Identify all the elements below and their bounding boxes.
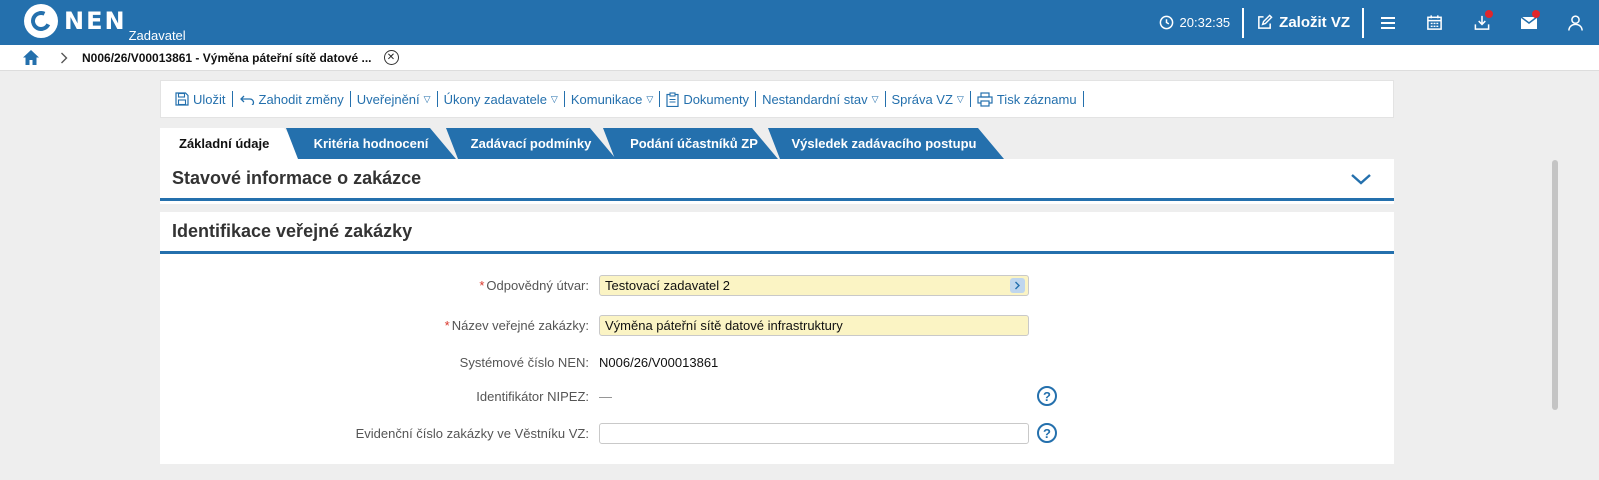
- clock-icon: [1159, 15, 1173, 30]
- save-button[interactable]: Uložit: [169, 92, 232, 107]
- clock-time: 20:32:35: [1179, 15, 1231, 30]
- tab-participant-submissions[interactable]: Podání účastníků ZP: [614, 128, 774, 159]
- manage-vz-menu[interactable]: Správa VZ ▽: [886, 92, 970, 107]
- communication-label: Komunikace: [570, 91, 643, 107]
- contract-name-label-text: Název veřejné zakázky:: [451, 317, 589, 333]
- chevron-right-icon: [1015, 281, 1020, 289]
- nipez-label: Identifikátor NIPEZ:: [476, 388, 589, 404]
- nonstandard-state-label: Nestandardní stav: [762, 91, 868, 107]
- tab-basic-info[interactable]: Základní údaje: [179, 128, 299, 159]
- tab-evaluation-criteria[interactable]: Kritéria hodnocení: [300, 128, 442, 159]
- divider: [1082, 91, 1084, 107]
- undo-icon: [239, 95, 254, 105]
- create-vz-button[interactable]: Založit VZ: [1244, 14, 1362, 31]
- required-mark: *: [479, 277, 485, 293]
- select-unit-button[interactable]: [1010, 277, 1025, 293]
- create-vz-label: Založit VZ: [1279, 14, 1350, 31]
- logo-subtitle: Zadavatel: [128, 28, 186, 43]
- system-number-label: Systémové číslo NEN:: [459, 354, 589, 370]
- responsible-unit-row: * Odpovědný útvar: Testovací zadavatel 2: [160, 273, 1394, 297]
- contract-name-field[interactable]: Výměna páteřní sítě datové infrastruktur…: [599, 314, 1029, 336]
- logo-mark-icon: [24, 4, 58, 38]
- scrollbar-thumb[interactable]: [1552, 160, 1558, 410]
- notification-dot: [1532, 10, 1540, 18]
- save-icon: [175, 92, 189, 106]
- chevron-down-icon[interactable]: [1350, 173, 1372, 186]
- communication-menu[interactable]: Komunikace ▽: [565, 92, 659, 107]
- contract-name-value: Výměna páteřní sítě datové infrastruktur…: [605, 317, 843, 333]
- identification-section-title: Identifikace veřejné zakázky: [172, 221, 413, 241]
- help-icon[interactable]: ?: [1037, 386, 1057, 406]
- save-label: Uložit: [193, 91, 226, 107]
- caret-down-icon: ▽: [423, 93, 431, 104]
- tab-tender-conditions[interactable]: Zadávací podmínky: [458, 128, 604, 159]
- session-clock: 20:32:35: [1159, 15, 1231, 30]
- responsible-unit-label: * Odpovědný útvar:: [479, 278, 589, 293]
- caret-down-icon: ▽: [550, 93, 558, 104]
- publish-label: Uveřejnění: [356, 91, 420, 107]
- caret-down-icon: ▽: [646, 93, 654, 104]
- publish-menu[interactable]: Uveřejnění ▽: [351, 92, 437, 107]
- print-record-button[interactable]: Tisk záznamu: [971, 92, 1083, 107]
- contracting-actions-menu[interactable]: Úkony zadavatele ▽: [438, 92, 564, 107]
- user-icon: [1568, 14, 1583, 31]
- documents-label: Dokumenty: [683, 91, 750, 107]
- chevron-right-icon: [60, 52, 68, 64]
- user-button[interactable]: [1552, 0, 1599, 45]
- required-mark: *: [444, 317, 450, 333]
- printer-icon: [977, 91, 993, 107]
- contracting-actions-label: Úkony zadavatele: [443, 91, 547, 107]
- manage-vz-label: Správa VZ: [891, 91, 953, 107]
- downloads-button[interactable]: [1458, 0, 1505, 45]
- top-bar: NEN Zadavatel 20:32:35 Založit VZ: [0, 0, 1599, 45]
- journal-number-row: Evidenční číslo zakázky ve Věstníku VZ: …: [160, 421, 1394, 445]
- home-button[interactable]: [22, 49, 42, 66]
- identification-section-header: Identifikace veřejné zakázky: [160, 212, 1394, 254]
- nonstandard-state-menu[interactable]: Nestandardní stav ▽: [756, 92, 884, 107]
- nen-logo[interactable]: NEN Zadavatel: [24, 4, 186, 43]
- home-icon: [23, 50, 39, 65]
- edit-icon: [1258, 14, 1273, 29]
- status-section-header[interactable]: Stavové informace o zakázce: [160, 159, 1394, 201]
- identification-section: Identifikace veřejné zakázky * Odpovědný …: [160, 212, 1394, 464]
- responsible-unit-value: Testovací zadavatel 2: [605, 277, 731, 293]
- clipboard-icon: [666, 91, 679, 107]
- journal-number-input[interactable]: [599, 422, 1029, 444]
- nipez-value: —: [599, 388, 612, 404]
- close-icon: ✕: [386, 51, 396, 63]
- breadcrumb-item-current[interactable]: N006/26/V00013861 - Výměna páteřní sítě …: [82, 51, 372, 65]
- calendar-icon: [1427, 15, 1442, 30]
- logo-text: NEN: [64, 7, 127, 35]
- nipez-row: Identifikátor NIPEZ: — ?: [160, 384, 1394, 408]
- tab-procedure-result[interactable]: Výsledek zadávacího postupu: [778, 128, 990, 159]
- caret-down-icon: ▽: [871, 93, 879, 104]
- calendar-button[interactable]: [1411, 0, 1458, 45]
- menu-button[interactable]: [1364, 0, 1411, 45]
- responsible-unit-label-text: Odpovědný útvar:: [486, 277, 589, 293]
- documents-button[interactable]: Dokumenty: [660, 92, 755, 107]
- journal-number-label: Evidenční číslo zakázky ve Věstníku VZ:: [355, 425, 589, 441]
- contract-name-label: * Název veřejné zakázky:: [445, 318, 589, 333]
- system-number-value: N006/26/V00013861: [599, 354, 719, 370]
- action-toolbar: Uložit Zahodit změny Uveřejnění ▽ Úkony z…: [160, 80, 1394, 118]
- discard-changes-label: Zahodit změny: [258, 91, 344, 107]
- discard-changes-button[interactable]: Zahodit změny: [233, 92, 350, 107]
- section-tabs: Základní údaje Kritéria hodnocení Zadáva…: [160, 128, 1160, 159]
- menu-icon: [1380, 16, 1395, 29]
- caret-down-icon: ▽: [956, 93, 964, 104]
- status-section: Stavové informace o zakázce: [160, 159, 1394, 204]
- messages-button[interactable]: [1505, 0, 1552, 45]
- responsible-unit-field[interactable]: Testovací zadavatel 2: [599, 274, 1029, 296]
- system-number-row: Systémové číslo NEN: N006/26/V00013861: [160, 350, 1394, 374]
- notification-dot: [1485, 10, 1493, 18]
- status-section-title: Stavové informace o zakázce: [172, 168, 422, 188]
- close-tab-button[interactable]: ✕: [383, 50, 399, 65]
- print-record-label: Tisk záznamu: [996, 91, 1077, 107]
- contract-name-row: * Název veřejné zakázky: Výměna páteřní s…: [160, 313, 1394, 337]
- help-icon[interactable]: ?: [1037, 423, 1057, 443]
- breadcrumb: N006/26/V00013861 - Výměna páteřní sítě …: [0, 45, 1599, 71]
